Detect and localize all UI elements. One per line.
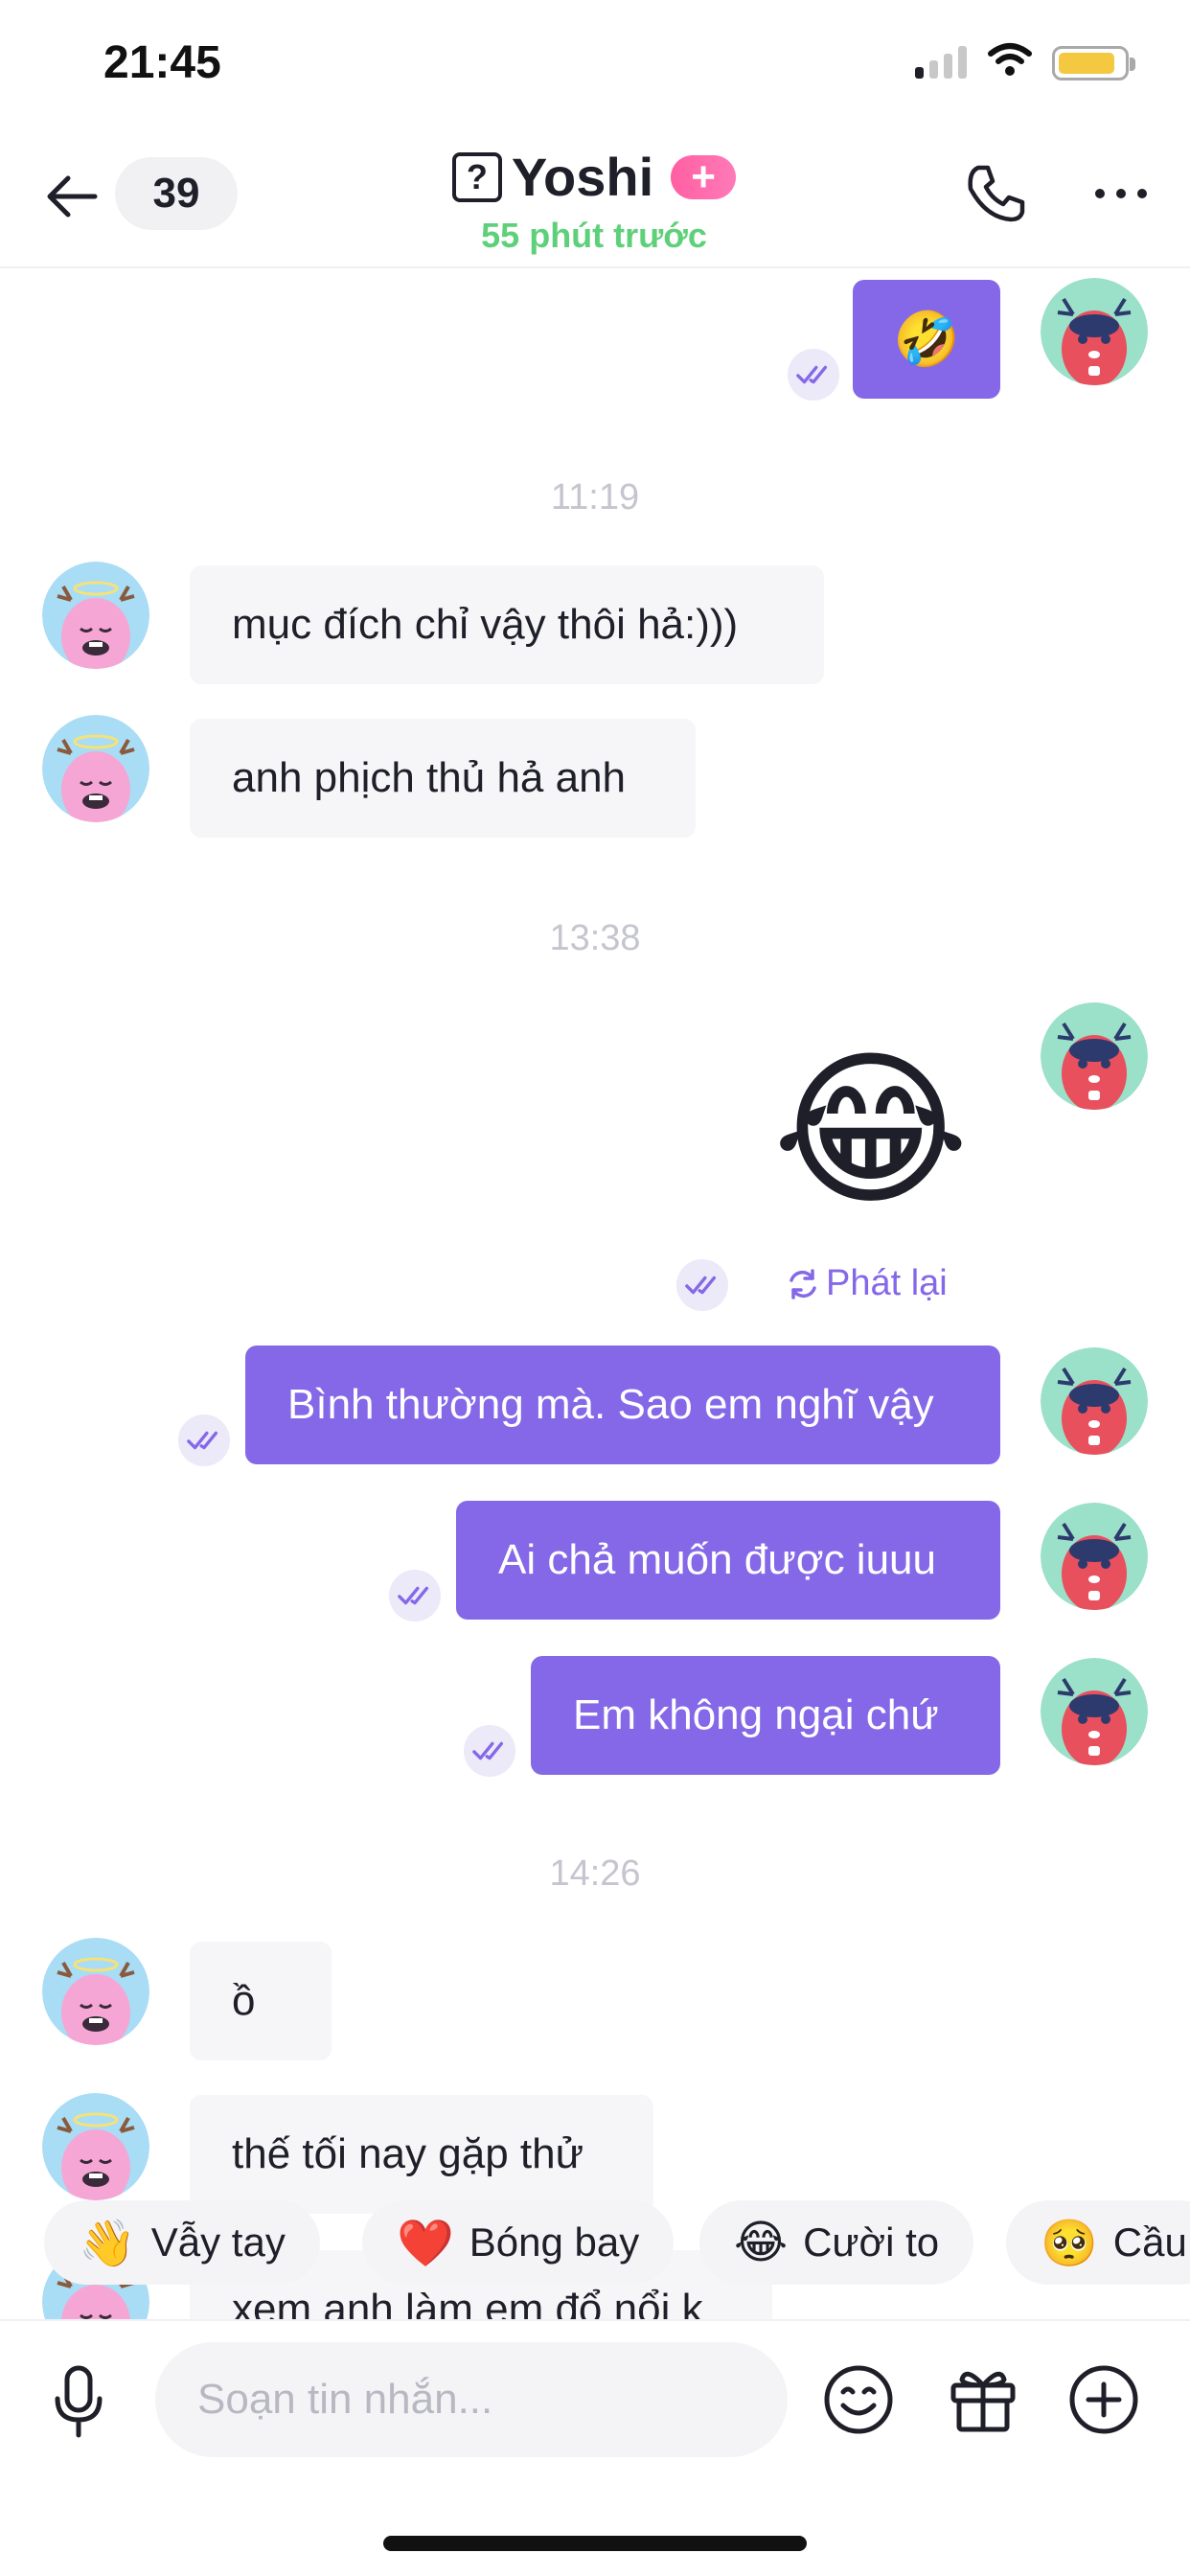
chip-label: Bóng bay — [469, 2220, 640, 2265]
emoji-button[interactable] — [820, 2361, 897, 2438]
battery-icon — [1052, 46, 1135, 80]
my-avatar[interactable] — [1041, 1002, 1148, 1110]
heart-icon: ❤️ — [397, 2218, 454, 2269]
my-avatar[interactable] — [1041, 1347, 1148, 1455]
my-avatar[interactable] — [1041, 1503, 1148, 1610]
refresh-icon — [790, 1268, 816, 1300]
call-button[interactable] — [958, 155, 1035, 232]
quick-reaction-laugh[interactable]: 😂 Cười to — [699, 2200, 974, 2285]
message-bubble-incoming[interactable]: anh phịch thủ hả anh — [190, 719, 696, 838]
back-button[interactable] — [38, 163, 105, 230]
status-time: 21:45 — [103, 37, 221, 88]
quick-reactions-bar: 👋 Vẫy tay ❤️ Bóng bay 😂 Cười to 🥺 Cầu — [0, 2195, 1190, 2290]
time-separator: 13:38 — [549, 918, 641, 958]
chip-label: Vẫy tay — [150, 2220, 286, 2265]
message-bubble-incoming[interactable]: mục đích chỉ vậy thôi hả:))) — [190, 565, 824, 684]
message-bubble-outgoing[interactable]: Bình thường mà. Sao em nghĩ vậy — [245, 1346, 1000, 1464]
gift-button[interactable] — [945, 2361, 1021, 2438]
gift-icon — [950, 2371, 1016, 2432]
replay-label: Phát lại — [826, 1263, 948, 1303]
unread-count-badge[interactable]: 39 — [115, 157, 238, 230]
read-receipt-icon — [676, 1259, 728, 1311]
read-receipt-icon — [464, 1725, 515, 1777]
home-indicator — [383, 2536, 807, 2551]
laughing-face-icon: 😂 — [734, 2218, 789, 2268]
replay-button[interactable]: Phát lại — [786, 1263, 948, 1304]
smiley-icon — [824, 2365, 893, 2434]
my-avatar[interactable] — [1041, 1658, 1148, 1765]
contact-name: Yoshi — [511, 147, 654, 207]
read-receipt-icon — [788, 349, 839, 401]
microphone-icon — [55, 2365, 103, 2438]
contact-avatar[interactable] — [42, 1938, 149, 2045]
contact-avatar[interactable] — [42, 715, 149, 822]
plus-circle-icon — [1069, 2365, 1138, 2434]
message-bubble-outgoing[interactable]: 🤣 — [853, 280, 1000, 399]
message-bubble-incoming[interactable]: ồ — [190, 1942, 332, 2060]
wifi-icon — [988, 43, 1032, 76]
cellular-signal-icon — [915, 46, 969, 79]
voice-record-button[interactable] — [40, 2359, 117, 2446]
pleading-face-icon: 🥺 — [1041, 2218, 1098, 2269]
message-bubble-outgoing[interactable]: Em không ngại chứ — [531, 1656, 1000, 1775]
quick-reaction-balloon[interactable]: ❤️ Bóng bay — [362, 2200, 675, 2285]
last-seen-status: 55 phút trước — [481, 216, 707, 255]
time-separator: 14:26 — [549, 1853, 641, 1894]
waving-hand-icon: 👋 — [79, 2218, 136, 2269]
phone-icon — [968, 165, 1025, 222]
add-attachment-button[interactable] — [1065, 2361, 1142, 2438]
my-avatar[interactable] — [1041, 278, 1148, 385]
question-mark-icon: ? — [451, 151, 502, 202]
contact-info[interactable]: ? Yoshi + 55 phút trước — [402, 146, 786, 256]
quick-reaction-wave[interactable]: 👋 Vẫy tay — [44, 2200, 320, 2285]
more-options-button[interactable] — [1083, 155, 1159, 232]
plus-badge[interactable]: + — [671, 154, 737, 199]
message-bubble-outgoing[interactable]: Ai chả muốn được iuuu — [456, 1501, 1000, 1620]
arrow-left-icon — [47, 175, 98, 218]
read-receipt-icon — [389, 1570, 441, 1622]
contact-avatar[interactable] — [42, 562, 149, 669]
status-bar: 21:45 — [0, 0, 1190, 134]
chip-label: Cầu — [1112, 2220, 1187, 2265]
chip-label: Cười to — [803, 2220, 940, 2265]
quick-reaction-plead[interactable]: 🥺 Cầu — [1006, 2200, 1190, 2285]
sticker-emoji[interactable]: 😂 — [772, 1035, 970, 1227]
chat-header: 39 ? Yoshi + 55 phút trước — [0, 134, 1190, 268]
contact-avatar[interactable] — [42, 2093, 149, 2200]
read-receipt-icon — [178, 1414, 230, 1466]
message-input[interactable] — [155, 2342, 788, 2457]
time-separator: 11:19 — [550, 477, 640, 518]
